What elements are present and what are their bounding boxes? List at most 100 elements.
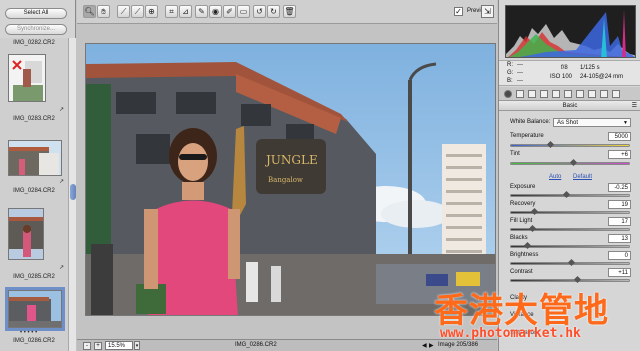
rotate-ccw-icon[interactable]: ↺ [253,5,266,18]
thumbnail-0283[interactable] [8,54,46,102]
g-value: --- [517,70,523,76]
camera-raw-window: Select All Synchronize... IMG_0282.CR2 ↗… [0,0,640,351]
preview-checkbox[interactable]: ✓ [454,7,463,16]
exif-lens: 24-105@24 mm [580,74,624,80]
thumbnail-0286[interactable] [5,287,65,331]
thumbnail-image [9,141,61,175]
thumbnail-badge: ↗ [58,265,64,271]
panel-title: Basic [562,103,578,109]
exposure-value[interactable]: -0.25 [608,183,631,192]
select-all-button[interactable]: Select All [5,8,67,19]
temperature-label: Temperature [510,133,544,139]
thumb-label: IMG_0284.CR2 [13,188,55,194]
adjustment-brush-tool-icon[interactable]: ✐ [223,5,236,18]
crop-tool-icon[interactable]: ⌗ [165,5,178,18]
exif-shutter: 1/125 s [580,65,600,71]
zoom-tool-icon[interactable]: 🔍︎ [83,5,96,18]
thumb-label: IMG_0286.CR2 [13,338,55,344]
red-eye-tool-icon[interactable]: ◉ [209,5,222,18]
panel-header: Basic ☰ [499,101,640,111]
tab-detail-icon[interactable] [528,90,536,98]
target-adjust-tool-icon[interactable]: ⊕ [145,5,158,18]
panel-tabs [499,87,640,101]
preview-photo: JUNGLE Bangalow [86,44,495,315]
tab-hsl-icon[interactable] [540,90,548,98]
auto-link[interactable]: Auto [549,174,561,180]
image-preview[interactable]: JUNGLE Bangalow [85,43,496,316]
chevron-down-icon: ▼ [623,120,628,126]
default-link[interactable]: Default [573,174,592,180]
rotate-cw-icon[interactable]: ↻ [267,5,280,18]
thumbnail-image [9,55,45,101]
recovery-label: Recovery [510,201,536,207]
svg-text:JUNGLE: JUNGLE [264,153,318,167]
watermark-chinese-text: 香港大管地 [434,291,609,331]
thumb-label: IMG_0282.CR2 [13,40,55,46]
watermark-url: www.photomarket.hk [440,326,581,341]
thumbnail-0285[interactable] [8,208,44,260]
tab-effects-icon[interactable] [576,90,584,98]
exif-iso: ISO 100 [550,74,573,80]
b-label: B: [507,78,513,84]
rating-dots[interactable]: • • • • • [20,330,37,336]
tab-presets-icon[interactable] [600,90,608,98]
blacks-value[interactable]: 13 [608,234,631,243]
white-balance-label: White Balance: [510,119,551,125]
b-value: --- [517,78,523,84]
tab-tone-curve-icon[interactable] [516,90,524,98]
thumbnail-badge: ↗ [58,107,64,113]
pixel-readout: R: --- G: --- B: --- f/8 1/125 s ISO 100… [499,60,640,86]
contrast-label: Contrast [510,269,533,275]
thumb-label: IMG_0283.CR2 [13,116,55,122]
color-sampler-tool-icon[interactable]: ⟋ [131,5,144,18]
contrast-slider[interactable] [510,279,630,282]
current-filename: IMG_0286.CR2 [235,342,277,348]
tab-camera-calibration-icon[interactable] [588,90,596,98]
panel-menu-icon[interactable]: ☰ [632,101,637,111]
r-value: --- [517,62,523,68]
trash-icon[interactable]: 🗑︎ [283,5,296,18]
temperature-value[interactable]: 5000 [608,132,631,141]
temperature-slider[interactable] [510,144,630,147]
white-balance-value: As Shot [557,120,579,126]
tint-value[interactable]: +6 [608,150,631,159]
hand-tool-icon[interactable]: ✋︎ [97,5,110,18]
white-balance-select[interactable]: As Shot ▼ [553,118,631,127]
synchronize-button[interactable]: Synchronize... [5,24,67,35]
tab-basic-icon[interactable] [504,90,512,98]
graduated-filter-tool-icon[interactable]: ▭ [237,5,250,18]
zoom-level-field[interactable]: 15.5% [105,341,133,350]
tab-snapshots-icon[interactable] [612,90,620,98]
r-label: R: [507,62,513,68]
previous-image-icon[interactable]: ◀ [422,342,427,349]
exposure-label: Exposure [510,184,536,190]
filmstrip-scrollbar[interactable] [68,38,76,351]
spot-removal-tool-icon[interactable]: ✎ [195,5,208,18]
scrollbar-thumb[interactable] [70,184,76,200]
tint-label: Tint [510,151,520,157]
filmstrip-panel: Select All Synchronize... IMG_0282.CR2 ↗… [0,0,76,351]
watermark-logo: 香港大管地 www.photomarket.hk [430,283,640,351]
fill-light-label: Fill Light [510,218,533,224]
contrast-value[interactable]: +11 [608,268,631,277]
brightness-value[interactable]: 0 [608,251,631,260]
exif-aperture: f/8 [561,65,568,71]
thumbnail-badge: ↗ [58,179,64,185]
thumbnail-0284[interactable] [8,140,62,176]
thumbnail-image [9,291,61,327]
recovery-slider[interactable] [510,211,630,214]
thumb-label: IMG_0285.CR2 [13,274,55,280]
zoom-out-button[interactable]: - [83,342,91,350]
straighten-tool-icon[interactable]: ⊿ [179,5,192,18]
fullscreen-toggle-icon[interactable]: ⇲ [481,5,494,18]
thumbnail-image [9,209,43,259]
tab-split-toning-icon[interactable] [552,90,560,98]
brightness-label: Brightness [510,252,539,258]
recovery-value[interactable]: 19 [608,200,631,209]
white-balance-tool-icon[interactable]: ⟋ [117,5,130,18]
blacks-label: Blacks [510,235,528,241]
tab-lens-corrections-icon[interactable] [564,90,572,98]
zoom-in-button[interactable]: + [94,342,102,350]
fill-light-value[interactable]: 17 [608,217,631,226]
zoom-menu-icon[interactable]: ▾ [134,341,140,350]
